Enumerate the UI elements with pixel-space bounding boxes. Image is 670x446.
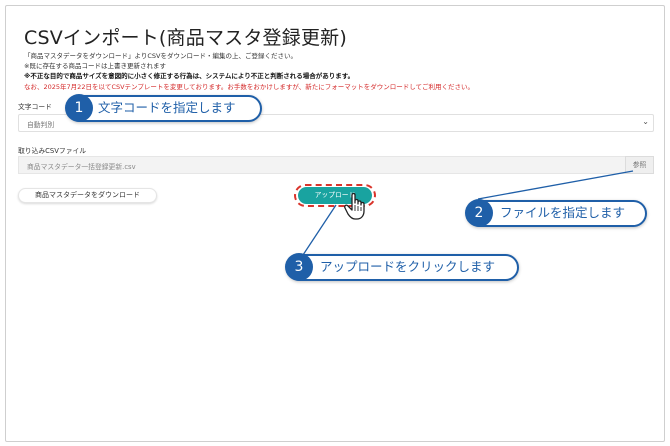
callout-2-text: ファイルを指定します (500, 205, 626, 220)
upload-button[interactable]: アップロード (298, 187, 372, 204)
note-download: 「商品マスタデータをダウンロード」よりCSVをダウンロード・編集の上、ご登録くだ… (24, 52, 297, 60)
callout-2: 2 ファイルを指定します (465, 199, 647, 227)
callout-1-number: 1 (65, 94, 93, 122)
encoding-label: 文字コード (18, 103, 52, 111)
callout-1: 1 文字コードを指定します (65, 94, 262, 122)
page-title: CSVインポート(商品マスタ登録更新) (24, 27, 347, 49)
chevron-down-icon: ⌄ (642, 117, 649, 126)
browse-button[interactable]: 参照 (625, 156, 654, 174)
encoding-value: 自動判別 (27, 121, 55, 129)
file-label: 取り込みCSVファイル (18, 147, 87, 155)
instructions: 「商品マスタデータをダウンロード」よりCSVをダウンロード・編集の上、ご登録くだ… (24, 51, 474, 92)
callout-3-number: 3 (285, 253, 313, 281)
callout-3: 3 アップロードをクリックします (285, 253, 519, 281)
note-template-change: なお、2025年7月22日を以てCSVテンプレートを変更しております。お手数をお… (24, 82, 474, 91)
download-master-button[interactable]: 商品マスタデータをダウンロード (18, 188, 157, 203)
note-overwrite: ※既に存在する商品コードは上書き更新されます (24, 62, 166, 71)
callout-1-text: 文字コードを指定します (98, 100, 236, 115)
callout-3-text: アップロードをクリックします (320, 259, 496, 274)
callout-2-number: 2 (465, 199, 493, 227)
file-input[interactable]: 商品マスタデータ一括登録更新.csv (18, 156, 625, 174)
note-warning: ※不正な目的で商品サイズを意図的に小さく修正する行為は、システムにより不正と判断… (24, 72, 355, 81)
